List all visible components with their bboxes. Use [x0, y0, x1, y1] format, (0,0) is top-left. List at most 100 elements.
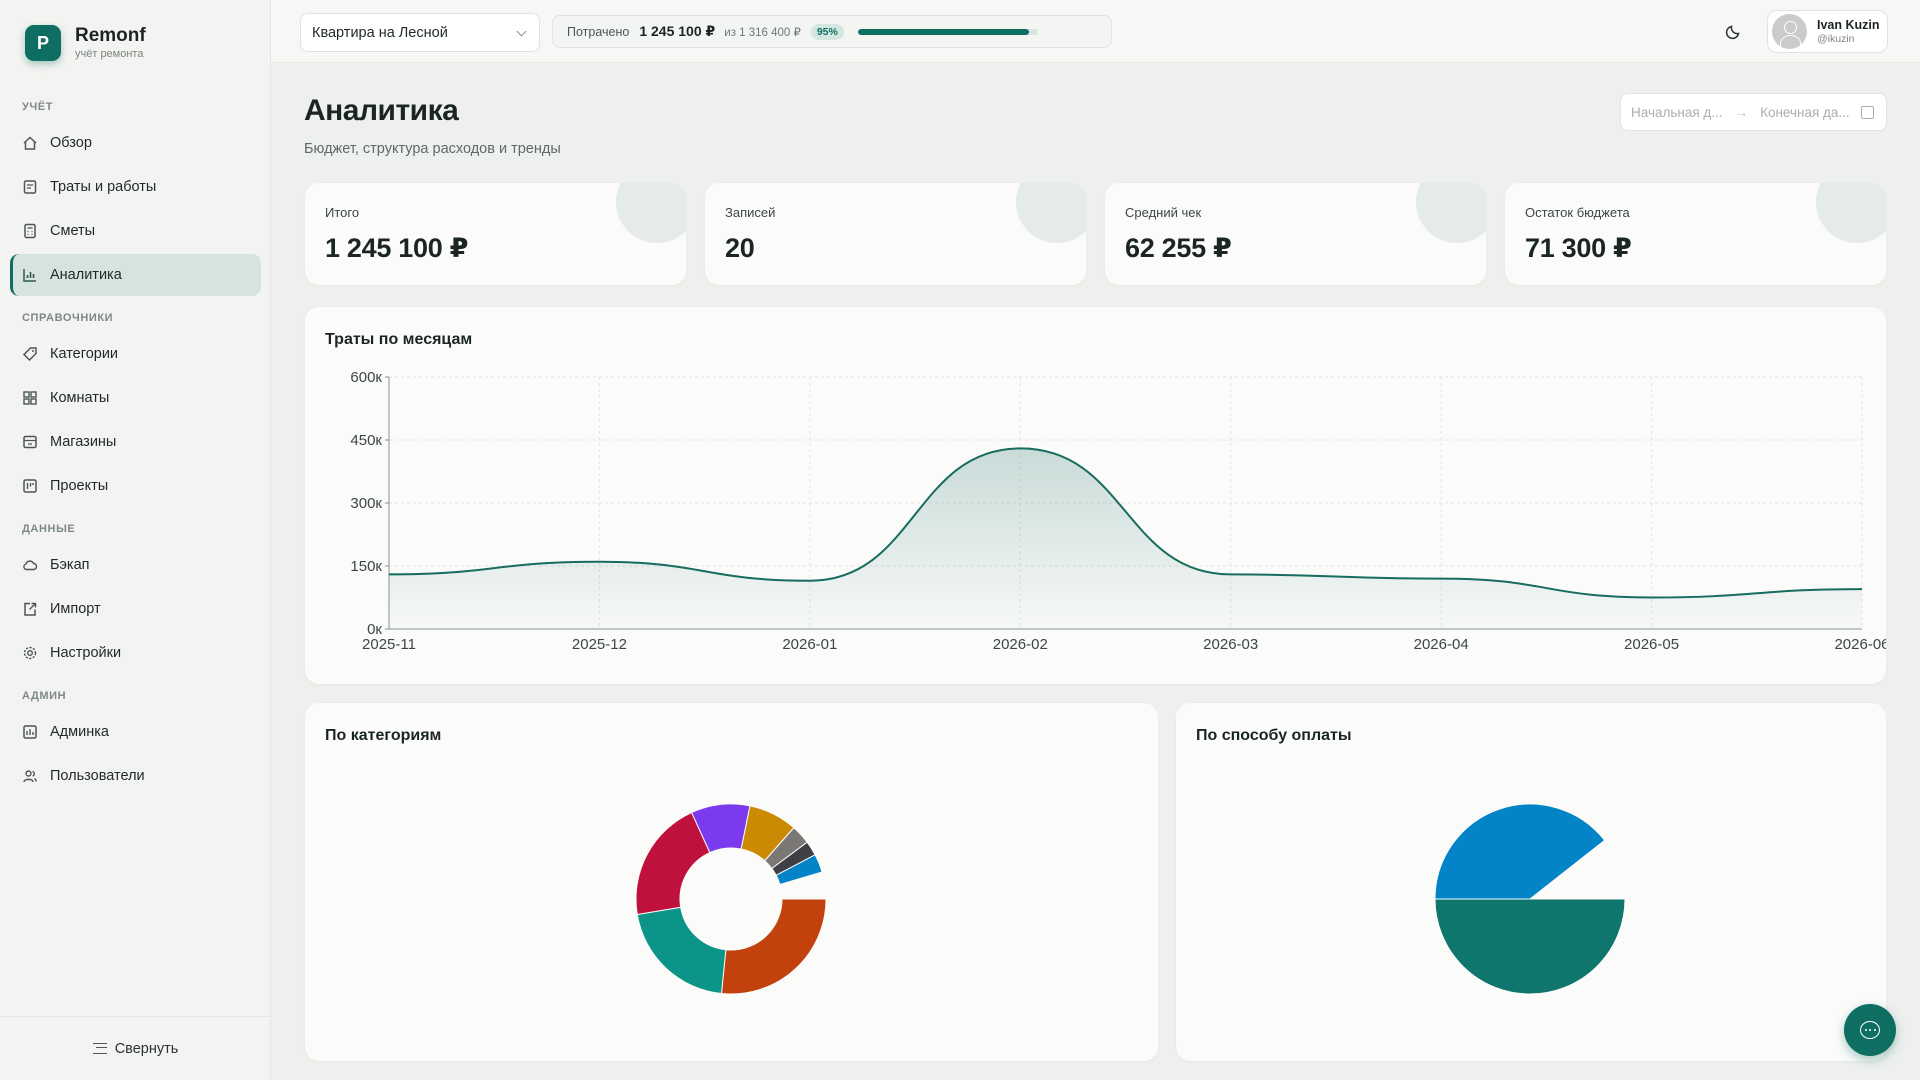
kpi-value: 62 255 ₽ — [1125, 233, 1232, 263]
budget-summary: Потрачено 1 245 100 ₽ из 1 316 400 ₽ 95% — [552, 15, 1112, 48]
project-select-value: Квартира на Лесной — [312, 24, 448, 41]
kpi-card-average: Средний чек 62 255 ₽ — [1105, 183, 1486, 285]
date-start-input[interactable]: Начальная д... — [1631, 105, 1723, 120]
sidebar-item-label: Обзор — [50, 135, 92, 151]
kpi-value: 20 — [725, 233, 755, 263]
users-icon — [23, 770, 37, 783]
y-tick-label: 300к — [350, 495, 382, 512]
sidebar-item-estimates[interactable]: Сметы — [10, 210, 261, 252]
payment-chart-card: По способу оплаты — [1176, 703, 1886, 1061]
x-tick-label: 2026-05 — [1624, 636, 1679, 653]
admin-icon — [23, 725, 37, 739]
y-tick-label: 450к — [350, 432, 382, 449]
sidebar-item-rooms[interactable]: Комнаты — [10, 377, 261, 419]
sidebar-item-label: Сметы — [50, 223, 96, 239]
budget-progress-bar — [857, 28, 1038, 35]
sidebar: Р Remonf учёт ремонта УЧЁТ Обзор Траты и… — [0, 0, 271, 1080]
x-tick-label: 2026-03 — [1203, 636, 1258, 653]
avatar — [1772, 14, 1807, 49]
calculator-icon — [24, 223, 36, 239]
topbar: Квартира на Лесной Потрачено 1 245 100 ₽… — [271, 0, 1920, 63]
nav-section-data: ДАННЫЕ — [22, 523, 76, 535]
collapse-sidebar-button[interactable]: Свернуть — [0, 1016, 271, 1080]
sidebar-item-stores[interactable]: Магазины — [10, 421, 261, 463]
sidebar-item-categories[interactable]: Категории — [10, 333, 261, 375]
kpi-decoration — [1816, 183, 1886, 243]
kpi-label: Записей — [725, 205, 776, 220]
kanban-icon — [23, 479, 37, 493]
kpi-value: 71 300 ₽ — [1525, 233, 1632, 263]
sidebar-item-overview[interactable]: Обзор — [10, 122, 261, 164]
x-tick-label: 2025-12 — [572, 636, 627, 653]
pie-slice — [720, 898, 827, 995]
nav-section-accounting: УЧЁТ — [22, 101, 54, 113]
brand-logo: Р — [25, 25, 61, 61]
pie-slice — [636, 906, 727, 995]
categories-donut-chart — [635, 803, 827, 995]
calendar-icon[interactable] — [1861, 106, 1874, 119]
x-tick-label: 2025-11 — [362, 636, 416, 653]
collapse-label: Свернуть — [114, 1040, 179, 1057]
sidebar-item-settings[interactable]: Настройки — [10, 632, 261, 674]
collapse-icon — [92, 1043, 107, 1054]
nav-section-directories: СПРАВОЧНИКИ — [22, 312, 114, 324]
project-select[interactable]: Квартира на Лесной — [300, 13, 540, 52]
chevron-down-icon — [516, 26, 527, 37]
spent-label: Потрачено — [567, 24, 630, 39]
x-tick-label: 2026-04 — [1414, 636, 1469, 653]
sidebar-item-label: Траты и работы — [50, 179, 157, 195]
sidebar-item-users[interactable]: Пользователи — [10, 755, 261, 797]
kpi-decoration — [1416, 183, 1486, 243]
moon-icon[interactable] — [1725, 22, 1743, 40]
kpi-label: Остаток бюджета — [1525, 205, 1630, 220]
y-tick-label: 150к — [350, 558, 382, 575]
grid-icon — [23, 391, 37, 405]
kpi-label: Итого — [325, 205, 360, 220]
sidebar-item-label: Пользователи — [50, 768, 145, 784]
chart-icon — [23, 269, 36, 282]
sidebar-item-label: Категории — [50, 346, 119, 362]
sidebar-item-analytics[interactable]: Аналитика — [10, 254, 261, 296]
sidebar-item-label: Админка — [50, 724, 109, 740]
monthly-chart-card: Траты по месяцам 0к 150к 300к 450к 600к 2025-… — [305, 307, 1886, 684]
x-tick-label: 2026-06 — [1834, 636, 1886, 653]
sidebar-item-import[interactable]: Импорт — [10, 588, 261, 630]
sidebar-item-label: Настройки — [50, 645, 122, 661]
date-end-input[interactable]: Конечная да... — [1760, 105, 1850, 120]
chat-icon — [1860, 1021, 1880, 1039]
user-menu[interactable]: Ivan Kuzin @ikuzin — [1767, 10, 1888, 53]
sidebar-item-label: Аналитика — [50, 267, 122, 283]
sidebar-item-projects[interactable]: Проекты — [10, 465, 261, 507]
chat-button[interactable] — [1844, 1004, 1896, 1056]
area-fill — [389, 448, 1862, 629]
nav-section-admin: АДМИН — [22, 690, 67, 702]
home-icon — [23, 136, 37, 150]
cloud-icon — [23, 560, 38, 571]
sidebar-item-label: Магазины — [50, 434, 117, 450]
payment-pie-chart — [1434, 803, 1626, 995]
import-icon — [24, 602, 37, 616]
sidebar-item-backup[interactable]: Бэкап — [10, 544, 261, 586]
budget-percent-badge: 95% — [810, 23, 844, 40]
tag-icon — [22, 347, 37, 362]
kpi-card-remaining: Остаток бюджета 71 300 ₽ — [1505, 183, 1886, 285]
user-handle: @ikuzin — [1817, 32, 1855, 45]
sidebar-item-expenses[interactable]: Траты и работы — [10, 166, 261, 208]
spent-amount: 1 245 100 ₽ — [639, 23, 716, 39]
kpi-label: Средний чек — [1125, 205, 1202, 220]
kpi-decoration — [616, 183, 686, 243]
pie-slice — [1434, 898, 1626, 995]
sidebar-item-label: Бэкап — [50, 557, 90, 573]
sidebar-item-label: Импорт — [50, 601, 101, 617]
brand[interactable]: Р Remonf учёт ремонта — [25, 25, 146, 61]
arrow-right-icon: → — [1734, 104, 1749, 120]
kpi-value: 1 245 100 ₽ — [325, 233, 469, 263]
store-icon — [23, 435, 37, 449]
pie-slice — [1434, 803, 1606, 900]
brand-subtitle: учёт ремонта — [75, 48, 144, 60]
receipt-icon — [23, 180, 37, 194]
x-tick-label: 2026-01 — [782, 636, 837, 653]
page-title: Аналитика — [304, 94, 459, 127]
date-range-picker[interactable]: Начальная д... → Конечная да... — [1620, 93, 1887, 131]
sidebar-item-admin[interactable]: Админка — [10, 711, 261, 753]
